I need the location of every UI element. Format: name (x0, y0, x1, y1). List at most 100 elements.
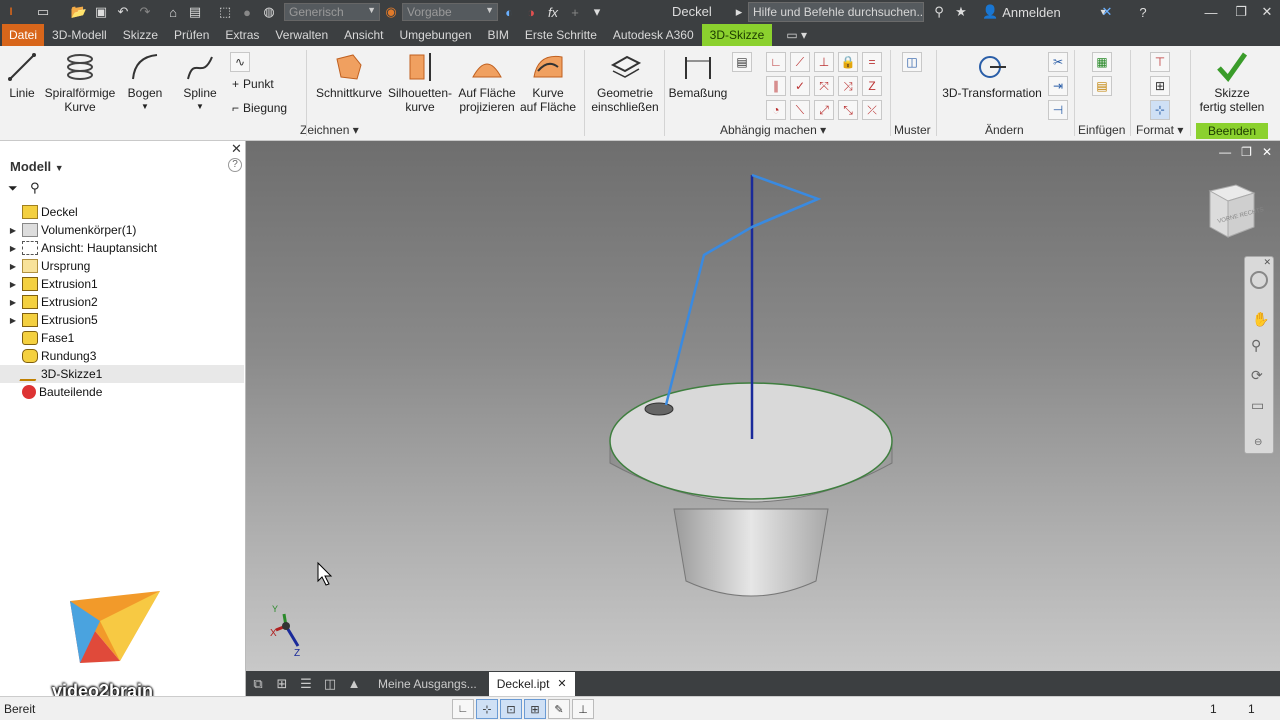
constrain-group-label[interactable]: Abhängig machen ▾ (720, 123, 826, 137)
include-geometry-button[interactable]: Geometrie einschließen (590, 50, 660, 114)
globe-icon[interactable]: ◍ (258, 2, 280, 22)
steering-wheel-icon[interactable] (1250, 271, 1268, 289)
help-icon[interactable]: ? (1132, 2, 1154, 22)
tab-sketch[interactable]: Skizze (115, 24, 166, 46)
constraint-z-icon[interactable]: Z (862, 76, 882, 96)
redo-icon[interactable]: ↷ (134, 2, 156, 22)
help-search-input[interactable]: Hilfe und Befehle durchsuchen... (748, 2, 924, 22)
expand-icon[interactable]: ▶ (8, 226, 18, 235)
insert-acad-icon[interactable]: ▤ (1092, 76, 1112, 96)
home-icon[interactable]: ⌂ (162, 2, 184, 22)
appearance-select[interactable]: Vorgabe ▼ (402, 3, 498, 21)
tile-horizontal-icon[interactable]: ☰ (294, 674, 318, 694)
tree-node-root[interactable]: Deckel (0, 203, 244, 221)
construction-icon[interactable]: ⊤ (1150, 52, 1170, 72)
extend-icon[interactable]: ⇥ (1048, 76, 1068, 96)
project-icon[interactable]: ▤ (184, 2, 206, 22)
arc-button[interactable]: Bogen ▼ (124, 50, 166, 114)
tile-icon[interactable]: ⊞ (270, 674, 294, 694)
coordinate-system-icon[interactable]: ∟ (452, 699, 474, 719)
customize-icon[interactable]: ⊖ (1254, 437, 1262, 448)
centerline-icon[interactable]: ⊞ (1150, 76, 1170, 96)
minimize-icon[interactable]: — (1200, 2, 1222, 22)
insert-image-icon[interactable]: ▦ (1092, 52, 1112, 72)
restore-icon[interactable]: ❐ (1230, 2, 1252, 22)
spiral-curve-button[interactable]: Spiralförmige Kurve (42, 50, 118, 114)
tree-node-selected[interactable]: 3D-Skizze1 (0, 365, 244, 383)
tree-node[interactable]: Rundung3 (0, 347, 244, 365)
zoom-icon[interactable]: ⚲ (1251, 337, 1261, 354)
save-icon[interactable]: ▣ (90, 2, 112, 22)
tab-bim[interactable]: BIM (480, 24, 517, 46)
draw-group-label[interactable]: Zeichnen ▾ (300, 123, 359, 137)
update-icon[interactable]: ● (236, 2, 258, 22)
expand-icon[interactable]: ▶ (8, 280, 18, 289)
expand-icon[interactable]: ▶ (8, 316, 18, 325)
pan-icon[interactable]: ✋ (1252, 311, 1269, 328)
silhouette-curve-button[interactable]: Silhouetten- kurve (386, 50, 454, 114)
help-icon[interactable]: ? (228, 158, 242, 172)
precise-input-icon[interactable]: ⊹ (476, 699, 498, 719)
constraint-perpendicular-icon[interactable]: ∟ (766, 52, 786, 72)
mirror-icon[interactable]: ◫ (902, 52, 922, 72)
tree-node[interactable]: Bauteilende (0, 383, 244, 401)
constraint-symmetric-icon[interactable]: ⟍ (790, 100, 810, 120)
format-group-label[interactable]: Format ▾ (1136, 123, 1183, 137)
tab-a360[interactable]: Autodesk A360 (605, 24, 702, 46)
bend-button[interactable]: ⌐ Biegung (232, 101, 287, 115)
constraint-collinear-icon[interactable]: ✓ (790, 76, 810, 96)
dimension-display-icon[interactable]: ⊥ (572, 699, 594, 719)
constraint-coincident-icon[interactable]: ⊥ (814, 52, 834, 72)
constraint-smooth-icon[interactable]: ◔ (766, 100, 786, 120)
spline-button[interactable]: Spline ▼ (180, 50, 220, 114)
line-button[interactable]: Linie (4, 50, 40, 100)
customize-icon[interactable]: ▾ (586, 2, 608, 22)
material-select[interactable]: Generisch ▼ (284, 3, 380, 21)
tab-home[interactable]: Meine Ausgangs... (370, 672, 485, 696)
constraint-xy-icon[interactable]: ⤢ (814, 100, 834, 120)
tab-get-started[interactable]: Erste Schritte (517, 24, 605, 46)
constraint-yz-icon[interactable]: ⤡ (838, 100, 858, 120)
split-icon[interactable]: ⊣ (1048, 100, 1068, 120)
look-at-icon[interactable]: ▭ (1251, 397, 1264, 414)
scroll-up-icon[interactable]: ▲ (342, 674, 366, 694)
new-file-icon[interactable]: ▭ (32, 2, 54, 22)
tab-view[interactable]: Ansicht (336, 24, 391, 46)
close-icon[interactable]: ✕ (1263, 257, 1271, 268)
equation-curve-icon[interactable]: ∿ (230, 52, 250, 72)
finish-sketch-button[interactable]: Skizze fertig stellen (1196, 50, 1268, 114)
signin-button[interactable]: 👤 Anmelden ▼ (982, 4, 1108, 20)
tab-3d-model[interactable]: 3D-Modell (44, 24, 115, 46)
expand-icon[interactable]: ▶ (8, 244, 18, 253)
tab-3d-sketch[interactable]: 3D-Skizze (701, 24, 773, 46)
constraint-tangent-icon[interactable]: ⟋ (790, 52, 810, 72)
constraint-fix-icon[interactable]: 🔒 (838, 52, 858, 72)
favorite-icon[interactable]: ★ (950, 2, 972, 22)
tree-node[interactable]: ▶ Extrusion5 (0, 311, 244, 329)
expand-icon[interactable]: ▶ (8, 298, 18, 307)
snap-icon[interactable]: ✎ (548, 699, 570, 719)
undo-icon[interactable]: ↶ (112, 2, 134, 22)
point-button[interactable]: + Punkt (232, 77, 274, 91)
expand-icon[interactable]: ▶ (8, 262, 18, 271)
project-to-surface-button[interactable]: Auf Fläche projizieren (456, 50, 518, 114)
filter-icon[interactable]: ⏷ (8, 181, 18, 196)
binoculars-icon[interactable]: ⚲ (928, 2, 950, 22)
tab-environments[interactable]: Umgebungen (391, 24, 479, 46)
tree-node[interactable]: ▶ Volumenkörper(1) (0, 221, 244, 239)
cascade-icon[interactable]: ⧉ (246, 674, 270, 694)
open-file-icon[interactable]: 📂 (68, 2, 90, 22)
plus-icon[interactable]: + (564, 2, 586, 22)
tab-file[interactable]: Datei (2, 24, 45, 46)
browser-title[interactable]: Modell ▼ (10, 159, 64, 174)
centerpoint-icon[interactable]: ⊹ (1150, 100, 1170, 120)
orbit-icon[interactable]: ⟳ (1251, 367, 1263, 384)
graphics-viewport[interactable]: — ❐ ✕ VORNE RECHTS X Y Z ✕ ✋ ⚲ ⟳ ▭ ⊖ (246, 141, 1280, 671)
tab-inspect[interactable]: Prüfen (166, 24, 217, 46)
constraint-parallel-icon[interactable]: ∥ (766, 76, 786, 96)
trim-icon[interactable]: ✂ (1048, 52, 1068, 72)
ribbon-display-toggle-icon[interactable]: ▭ ▾ (778, 24, 815, 46)
auto-dimension-icon[interactable]: ▤ (732, 52, 752, 72)
tab-manage[interactable]: Verwalten (267, 24, 336, 46)
appearance-icon[interactable]: ◉ (380, 2, 402, 22)
